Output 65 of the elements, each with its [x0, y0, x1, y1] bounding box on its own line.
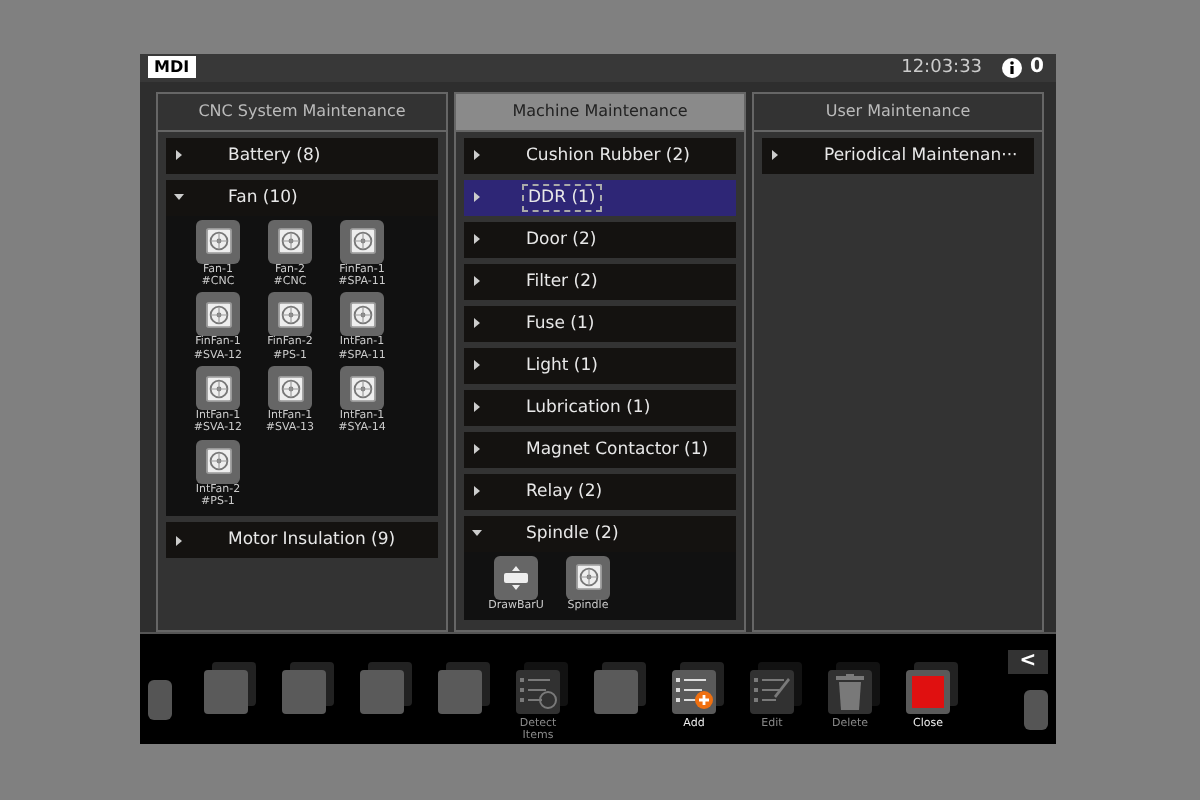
panel-tab[interactable]: User Maintenance: [754, 93, 1042, 132]
panel-tab[interactable]: Machine Maintenance: [456, 93, 744, 132]
fan-icon: [349, 228, 375, 255]
expand-icon: [174, 150, 184, 161]
expand-icon: [174, 535, 184, 546]
part-button[interactable]: [340, 292, 384, 337]
tree-item[interactable]: Magnet Contactor (1): [464, 431, 736, 468]
fan-icon: [205, 375, 231, 402]
expand-icon: [472, 444, 482, 455]
part-button[interactable]: [566, 555, 610, 600]
trash-icon: [836, 673, 864, 710]
expand-icon: [770, 150, 780, 161]
expand-icon: [472, 150, 482, 161]
expand-icon: [472, 360, 482, 371]
drawbar-icon: [502, 565, 530, 590]
part-button[interactable]: [268, 292, 312, 337]
fan-icon: [349, 375, 375, 402]
tree-item[interactable]: Fuse (1): [464, 305, 736, 342]
fan-icon: [349, 301, 375, 328]
fan-icon: [205, 228, 231, 255]
tree-item[interactable]: Battery (8): [166, 137, 438, 174]
alarm-count: 0: [1030, 56, 1044, 79]
part-button[interactable]: [196, 439, 240, 484]
mode-badge: MDI: [148, 56, 196, 79]
fan-icon: [277, 375, 303, 402]
fan-icon: [277, 228, 303, 255]
collapse-icon: [472, 528, 482, 539]
add-list-icon: [674, 673, 714, 710]
tree-item[interactable]: Cushion Rubber (2): [464, 137, 736, 174]
fan-icon: [575, 564, 601, 591]
tree-item[interactable]: Periodical Maintenan···: [762, 137, 1034, 174]
part-button[interactable]: [196, 292, 240, 337]
tree-item[interactable]: DDR (1): [464, 179, 736, 216]
back-button[interactable]: <: [1008, 649, 1048, 674]
expand-icon: [472, 276, 482, 287]
close-icon: [912, 675, 944, 708]
part-button[interactable]: [268, 219, 312, 264]
expand-icon: [472, 486, 482, 497]
fan-icon: [205, 301, 231, 328]
tree-item[interactable]: Relay (2): [464, 473, 736, 510]
expand-icon: [472, 402, 482, 413]
tree-item[interactable]: Lubrication (1): [464, 389, 736, 426]
clock-time: 12:03:33: [901, 57, 983, 78]
tree-item[interactable]: Light (1): [464, 347, 736, 384]
info-icon: [1002, 57, 1023, 78]
collapse-icon: [174, 192, 184, 203]
fan-icon: [205, 448, 231, 475]
part-button[interactable]: [268, 366, 312, 411]
panel-tab[interactable]: CNC System Maintenance: [158, 93, 446, 132]
part-button[interactable]: [340, 219, 384, 264]
expand-icon: [472, 234, 482, 245]
softkey-button[interactable]: [672, 669, 716, 714]
fan-icon: [277, 301, 303, 328]
tree-item[interactable]: Motor Insulation (9): [166, 522, 438, 559]
softkey-edge[interactable]: [1024, 689, 1048, 730]
part-button[interactable]: [340, 366, 384, 411]
expand-icon: [472, 318, 482, 329]
list-icon: [518, 673, 558, 710]
softkey-edge[interactable]: [148, 679, 172, 720]
tree-item[interactable]: Door (2): [464, 221, 736, 258]
tree-item[interactable]: Filter (2): [464, 263, 736, 300]
part-button[interactable]: [494, 555, 538, 600]
expand-icon: [472, 192, 482, 203]
part-button[interactable]: [196, 366, 240, 411]
part-button[interactable]: [196, 219, 240, 264]
